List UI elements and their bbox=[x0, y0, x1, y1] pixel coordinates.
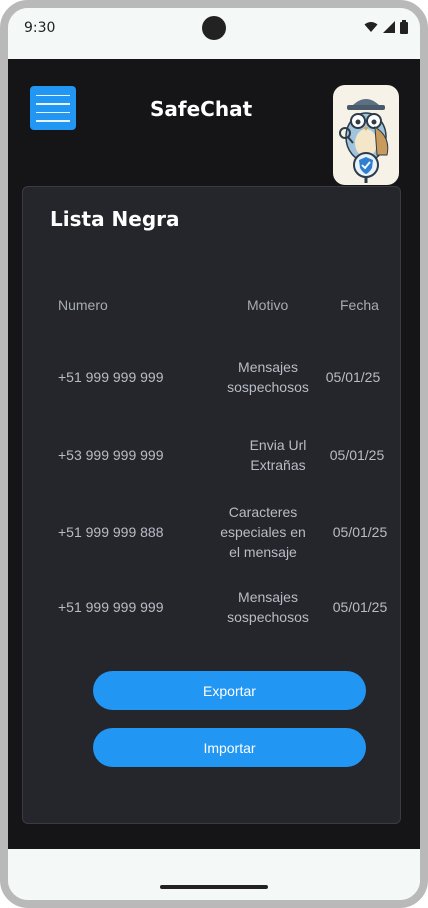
wifi-icon bbox=[364, 22, 378, 32]
row-reason: Mensajes sospechosos bbox=[227, 589, 309, 625]
row-date: 05/01/25 bbox=[332, 599, 388, 615]
navigation-bar bbox=[8, 849, 420, 900]
menu-line bbox=[36, 120, 70, 122]
status-icons bbox=[364, 20, 408, 34]
menu-button[interactable] bbox=[30, 86, 76, 130]
row-reason: Mensajes sospechosos bbox=[227, 359, 309, 395]
signal-icon bbox=[383, 21, 395, 33]
front-camera bbox=[202, 16, 226, 40]
app-screen: SafeChat Lista Negra Numero Motivo Fecha… bbox=[8, 59, 420, 849]
row-number: +53 999 999 999 bbox=[58, 447, 164, 463]
row-date: 05/01/25 bbox=[325, 369, 381, 385]
safechat-owl-logo[interactable] bbox=[333, 85, 399, 185]
export-button[interactable]: Exportar bbox=[93, 671, 366, 710]
row-date: 05/01/25 bbox=[329, 447, 385, 463]
row-number: +51 999 999 999 bbox=[58, 369, 164, 385]
status-time: 9:30 bbox=[24, 20, 56, 36]
home-indicator[interactable] bbox=[160, 885, 268, 889]
battery-icon bbox=[400, 20, 408, 34]
row-reason: Caracteres especiales en el mensaje bbox=[220, 504, 306, 560]
row-date: 05/01/25 bbox=[332, 524, 388, 540]
header-date: Fecha bbox=[340, 297, 379, 313]
owl-detective-icon bbox=[339, 99, 389, 183]
header-number: Numero bbox=[58, 297, 108, 313]
menu-line bbox=[36, 111, 70, 113]
blacklist-card: Lista Negra Numero Motivo Fecha +51 999 … bbox=[22, 186, 401, 824]
status-bar: 9:30 bbox=[8, 8, 420, 58]
header-reason: Motivo bbox=[247, 297, 289, 313]
menu-line bbox=[36, 103, 70, 105]
row-number: +51 999 999 999 bbox=[58, 599, 164, 615]
import-button[interactable]: Importar bbox=[93, 728, 366, 767]
menu-line bbox=[36, 94, 70, 96]
phone-frame: 9:30 SafeChat Lista Negra Numero Motivo … bbox=[0, 0, 428, 908]
row-number: +51 999 999 888 bbox=[58, 524, 164, 540]
blacklist-title: Lista Negra bbox=[50, 207, 180, 231]
app-title: SafeChat bbox=[150, 97, 253, 121]
